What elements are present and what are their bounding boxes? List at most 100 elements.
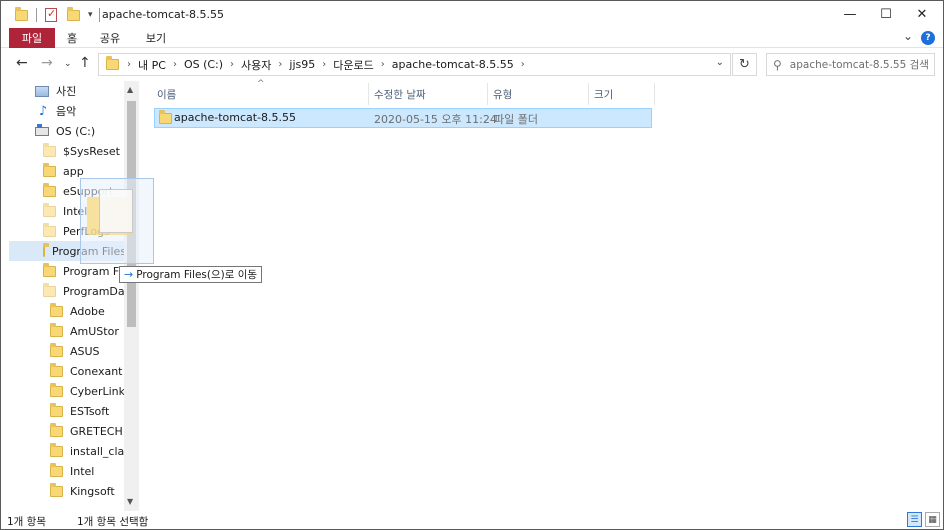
new-folder-icon[interactable] — [67, 6, 80, 21]
nav-item-folder[interactable]: Kingsoft — [50, 481, 115, 501]
column-header-name[interactable]: 이름 — [157, 83, 176, 105]
folder-icon — [50, 362, 63, 377]
recent-locations-icon[interactable]: ⌄ — [64, 59, 72, 69]
help-icon[interactable]: ? — [921, 31, 935, 45]
folder-icon — [43, 142, 56, 157]
folder-icon — [43, 262, 56, 277]
properties-check-icon[interactable] — [45, 7, 57, 22]
column-divider[interactable] — [588, 83, 589, 105]
pictures-icon — [35, 85, 49, 97]
column-divider[interactable] — [654, 83, 655, 105]
chevron-right-icon[interactable]: › — [278, 59, 282, 70]
close-button[interactable]: ✕ — [899, 1, 943, 28]
address-dropdown-icon[interactable]: ⌄ — [716, 57, 724, 68]
nav-item-folder[interactable]: install_clap — [50, 441, 131, 461]
breadcrumb-downloads[interactable]: 다운로드 — [333, 57, 373, 73]
chevron-right-icon[interactable]: › — [381, 59, 385, 70]
column-header-size[interactable]: 크기 — [594, 83, 613, 105]
nav-item-label: install_clap — [70, 444, 132, 458]
breadcrumb-this-pc[interactable]: 내 PC — [138, 57, 166, 73]
nav-item-folder[interactable]: AmUStor — [50, 321, 119, 341]
scroll-up-icon[interactable]: ▲ — [127, 85, 133, 94]
folder-icon — [15, 6, 28, 21]
nav-item-label: 음악 — [56, 105, 77, 118]
tab-view[interactable]: 보기 — [141, 28, 171, 48]
nav-item-folder[interactable]: ProgramData — [43, 281, 136, 301]
folder-icon — [50, 302, 63, 317]
nav-item-label: CyberLink — [70, 384, 125, 398]
expand-ribbon-icon[interactable]: ⌄ — [903, 29, 913, 43]
move-arrow-icon: → — [124, 268, 134, 281]
nav-item-music[interactable]: ♪ 음악 — [37, 101, 76, 121]
nav-item-folder[interactable]: ESTsoft — [50, 401, 109, 421]
explorer-window: ▾ apache-tomcat-8.5.55 — ☐ ✕ 파일 홈 공유 보기 … — [0, 0, 944, 530]
address-bar[interactable]: › 내 PC › OS (C:) › 사용자 › jjs95 › 다운로드 › … — [98, 53, 731, 76]
breadcrumb-users[interactable]: 사용자 — [241, 57, 271, 73]
refresh-button[interactable]: ↻ — [732, 53, 757, 76]
chevron-right-icon[interactable]: › — [521, 59, 525, 70]
scroll-down-icon[interactable]: ▼ — [127, 497, 133, 506]
tab-home[interactable]: 홈 — [61, 28, 83, 48]
chevron-right-icon[interactable]: › — [173, 59, 177, 70]
tab-share[interactable]: 공유 — [95, 28, 125, 48]
nav-item-label: ESTsoft — [70, 404, 110, 418]
nav-item-folder[interactable]: Adobe — [50, 301, 105, 321]
folder-icon — [43, 222, 56, 237]
up-arrow-icon[interactable]: ↑ — [79, 55, 91, 71]
column-divider[interactable] — [487, 83, 488, 105]
navigation-pane: 사진 ♪ 음악 OS (C:) $SysReset app eSupport I… — [1, 81, 139, 511]
details-view-icon[interactable]: ☰ — [907, 512, 922, 527]
drag-tooltip-text: Program Files(으)로 이동 — [136, 269, 258, 281]
forward-arrow-icon[interactable]: → — [41, 55, 53, 71]
nav-item-folder[interactable]: app — [43, 161, 84, 181]
search-input[interactable]: ⚲ apache-tomcat-8.5.55 검색 — [766, 53, 935, 76]
folder-icon — [43, 162, 56, 177]
folder-icon — [106, 56, 119, 70]
status-bar: 1개 항목 1개 항목 선택함 ☰ ▦ — [1, 511, 943, 529]
sort-ascending-icon: ^ — [257, 79, 265, 89]
customize-toolbar-icon[interactable]: ▾ — [88, 10, 93, 20]
nav-item-label: Conexant — [70, 364, 123, 378]
drag-preview — [80, 178, 154, 264]
breadcrumb-drive[interactable]: OS (C:) — [184, 58, 223, 71]
nav-item-label: ASUS — [70, 344, 100, 358]
nav-item-label: AmUStor — [70, 324, 119, 338]
title-bar: ▾ apache-tomcat-8.5.55 — ☐ ✕ — [1, 1, 943, 28]
breadcrumb-user[interactable]: jjs95 — [289, 58, 315, 71]
ribbon-tabs: 파일 홈 공유 보기 ⌄ ? — [1, 28, 943, 48]
nav-item-folder[interactable]: Intel — [50, 461, 94, 481]
folder-icon — [50, 422, 63, 437]
table-row[interactable]: apache-tomcat-8.5.55 2020-05-15 오후 11:24… — [154, 108, 652, 128]
chevron-right-icon[interactable]: › — [230, 59, 234, 70]
music-icon: ♪ — [38, 103, 48, 119]
nav-item-label: GRETECH — [70, 424, 123, 438]
chevron-right-icon[interactable]: › — [127, 59, 131, 70]
nav-item-folder[interactable]: GRETECH — [50, 421, 123, 441]
column-header-modified[interactable]: 수정한 날짜 — [374, 83, 426, 105]
folder-icon — [50, 462, 63, 477]
nav-item-folder[interactable]: CyberLink — [50, 381, 125, 401]
nav-item-folder[interactable]: Conexant — [50, 361, 123, 381]
nav-item-label: 사진 — [56, 85, 77, 98]
file-type: 파일 폴더 — [494, 113, 538, 126]
nav-item-label: Kingsoft — [70, 484, 115, 498]
tab-file[interactable]: 파일 — [9, 28, 55, 48]
large-icons-view-icon[interactable]: ▦ — [925, 512, 940, 527]
search-placeholder: apache-tomcat-8.5.55 검색 — [789, 59, 929, 71]
column-header-type[interactable]: 유형 — [493, 83, 512, 105]
divider — [98, 8, 100, 22]
drag-tooltip: → Program Files(으)로 이동 — [119, 266, 263, 283]
drive-icon — [35, 123, 49, 136]
breadcrumb-current[interactable]: apache-tomcat-8.5.55 — [392, 58, 514, 71]
nav-item-folder[interactable]: $SysReset — [43, 141, 120, 161]
nav-item-label: Intel — [70, 464, 95, 478]
nav-item-label: app — [63, 164, 84, 178]
nav-item-pictures[interactable]: 사진 — [35, 81, 76, 101]
chevron-right-icon[interactable]: › — [322, 59, 326, 70]
back-arrow-icon[interactable]: ← — [16, 55, 28, 71]
column-divider[interactable] — [368, 83, 369, 105]
nav-item-drive-c[interactable]: OS (C:) — [35, 121, 95, 141]
address-row: ← → ⌄ ↑ › 내 PC › OS (C:) › 사용자 › jjs95 ›… — [1, 50, 943, 80]
divider — [36, 8, 37, 22]
nav-item-folder[interactable]: ASUS — [50, 341, 100, 361]
